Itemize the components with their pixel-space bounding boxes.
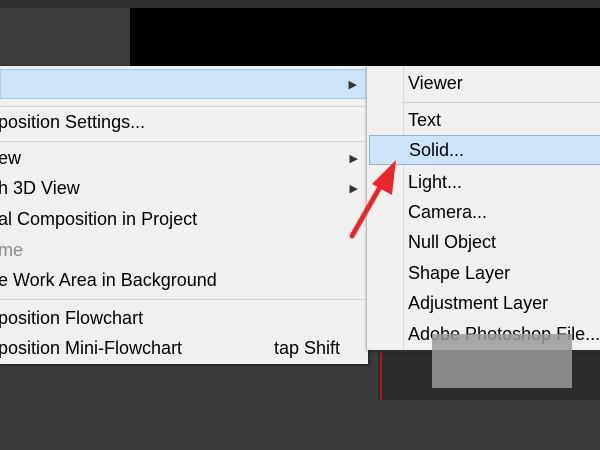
submenu-item-shape-layer[interactable]: Shape Layer (367, 258, 600, 288)
menu-item-mini-flowchart[interactable]: position Mini-Flowchart tap Shift (0, 333, 368, 363)
menu-item-preview[interactable]: ew ▶ (0, 143, 368, 173)
chevron-right-icon: ▶ (348, 78, 357, 91)
menu-separator (0, 299, 368, 300)
menu-item-work-area-background[interactable]: e Work Area in Background (0, 265, 368, 295)
menu-item-composition-settings[interactable]: position Settings... (0, 107, 368, 137)
menu-item-reveal-composition[interactable]: al Composition in Project (0, 204, 368, 234)
submenu-item-solid[interactable]: Solid... (369, 135, 600, 165)
menu-item-new[interactable]: ▶ (0, 69, 368, 99)
submenu-item-adjustment-layer[interactable]: Adjustment Layer (367, 288, 600, 318)
top-strip (0, 0, 600, 8)
submenu-item-light[interactable]: Light... (367, 167, 600, 197)
menu-separator (0, 141, 368, 142)
submenu-item-text[interactable]: Text (367, 105, 600, 135)
menu-item-rename: me (0, 239, 24, 260)
submenu-item-null-object[interactable]: Null Object (367, 227, 600, 257)
blurred-watermark (432, 334, 572, 388)
shortcut-label: tap Shift (274, 337, 341, 358)
menu-separator (403, 102, 600, 103)
composition-viewer[interactable] (130, 8, 600, 68)
time-indicator-line (380, 352, 382, 400)
chevron-right-icon: ▶ (349, 182, 358, 195)
new-submenu: Viewer Text Solid... Light... Camera... … (366, 66, 600, 350)
submenu-item-camera[interactable]: Camera... (367, 197, 600, 227)
menu-item-composition-flowchart[interactable]: position Flowchart (0, 303, 368, 333)
chevron-right-icon: ▶ (349, 152, 358, 165)
menu-item-switch-3d-view[interactable]: h 3D View ▶ (0, 173, 368, 203)
submenu-item-viewer[interactable]: Viewer (367, 68, 600, 98)
context-menu: ▶ position Settings... ew ▶ h 3D View ▶ … (0, 66, 368, 364)
